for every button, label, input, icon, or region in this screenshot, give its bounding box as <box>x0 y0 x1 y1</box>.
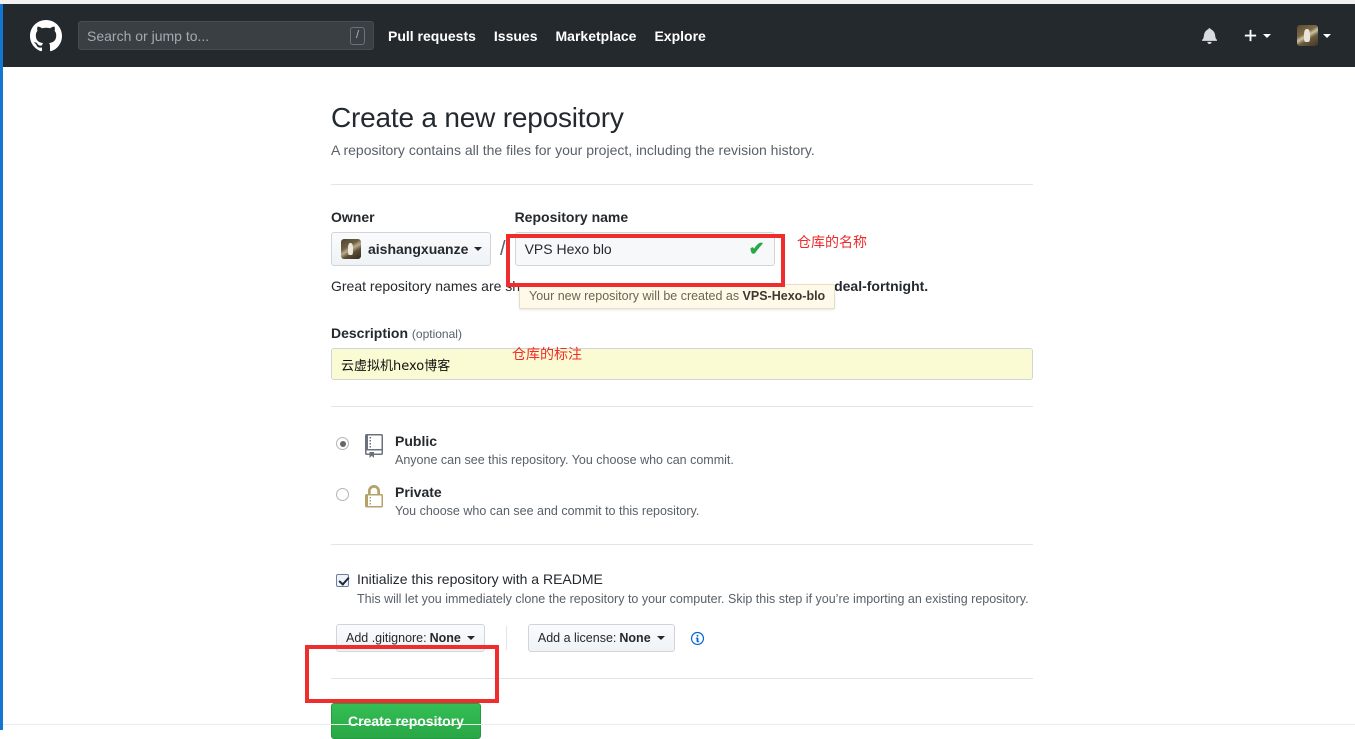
template-dropdowns: Add .gitignore: None Add a license: None <box>331 624 1033 653</box>
gitignore-dropdown[interactable]: Add .gitignore: None <box>336 624 485 653</box>
header-right-actions <box>1202 25 1331 46</box>
readme-label: Initialize this repository with a README <box>357 570 603 587</box>
repository-name-tooltip: Your new repository will be created as V… <box>519 284 836 309</box>
chevron-down-icon <box>1263 33 1271 38</box>
github-logo-icon[interactable] <box>30 19 62 52</box>
owner-field: Owner aishangxuanze <box>331 209 491 266</box>
initialize-readme-row[interactable]: Initialize this repository with a README… <box>331 571 1033 607</box>
license-value: None <box>619 631 651 646</box>
new-repository-form: Create a new repository A repository con… <box>331 100 1033 739</box>
path-separator: / <box>500 238 506 260</box>
divider <box>331 678 1033 680</box>
visibility-public-desc: Anyone can see this repository. You choo… <box>395 452 734 467</box>
readme-description: This will let you immediately clone the … <box>357 592 1029 607</box>
tooltip-repo-name: VPS-Hexo-blo <box>742 289 826 303</box>
check-icon: ✔ <box>748 238 765 260</box>
annotation-text-repository-name: 仓库的名称 <box>797 235 867 251</box>
browser-window-left-edge <box>0 0 3 730</box>
owner-select[interactable]: aishangxuanze <box>331 232 491 266</box>
gitignore-prefix: Add .gitignore: <box>346 631 427 646</box>
divider <box>331 406 1033 407</box>
repository-extras: Initialize this repository with a README… <box>331 571 1033 653</box>
info-icon[interactable] <box>690 631 705 646</box>
page-subtitle: A repository contains all the files for … <box>331 142 815 158</box>
search-input[interactable]: Search or jump to... / <box>78 21 374 50</box>
owner-avatar <box>341 239 361 259</box>
search-shortcut-key: / <box>349 26 365 45</box>
description-label-text: Description <box>331 325 409 341</box>
divider <box>331 184 1033 185</box>
nav-issues[interactable]: Issues <box>494 28 538 44</box>
lock-icon <box>365 484 383 508</box>
repository-name-input[interactable]: VPS Hexo blo ✔ <box>514 232 775 266</box>
radio-private[interactable] <box>336 487 349 501</box>
visibility-options: Public Anyone can see this repository. Y… <box>331 433 1033 518</box>
hint-before: Great repository names are sh <box>331 278 521 294</box>
visibility-option-public[interactable]: Public Anyone can see this repository. Y… <box>331 433 1033 467</box>
license-prefix: Add a license: <box>537 631 617 646</box>
chevron-down-icon <box>656 636 665 641</box>
nav-pull-requests[interactable]: Pull requests <box>388 28 476 44</box>
nav-marketplace[interactable]: Marketplace <box>556 28 637 44</box>
radio-public[interactable] <box>336 437 349 450</box>
annotation-text-description: 仓库的标注 <box>512 347 582 363</box>
repository-name-label: Repository name <box>514 209 629 225</box>
site-header: Search or jump to... / Pull requests Iss… <box>0 4 1355 67</box>
license-dropdown[interactable]: Add a license: None <box>527 624 675 653</box>
repository-name-value: VPS Hexo blo <box>524 241 612 257</box>
description-input[interactable]: 云虚拟机hexo博客 <box>331 348 1033 380</box>
chevron-down-icon <box>466 636 475 641</box>
submit-row: Create repository <box>331 703 1033 739</box>
gitignore-value: None <box>429 631 461 646</box>
create-new-menu[interactable] <box>1243 28 1271 43</box>
header-nav: Pull requests Issues Marketplace Explore <box>388 28 1202 44</box>
hint-suggestion: deal-fortnight. <box>834 278 929 294</box>
readme-checkbox[interactable] <box>336 573 349 587</box>
repository-name-field: Repository name VPS Hexo blo ✔ <box>514 209 775 266</box>
owner-label: Owner <box>331 209 375 225</box>
divider <box>505 626 507 651</box>
visibility-private-texts: Private You choose who can see and commi… <box>395 484 1033 518</box>
visibility-public-title: Public <box>395 433 438 449</box>
chevron-down-icon <box>474 247 483 251</box>
tooltip-prefix: Your new repository will be created as <box>529 289 743 303</box>
description-optional: (optional) <box>411 327 462 341</box>
avatar <box>1297 25 1318 46</box>
description-label: Description (optional) <box>331 325 1033 341</box>
search-placeholder: Search or jump to... <box>87 27 210 44</box>
browser-window-top-edge <box>0 0 1355 4</box>
readme-texts: Initialize this repository with a README… <box>357 571 1029 607</box>
nav-explore[interactable]: Explore <box>654 28 705 44</box>
visibility-private-desc: You choose who can see and commit to thi… <box>395 503 700 518</box>
bell-icon[interactable] <box>1202 27 1217 44</box>
visibility-public-texts: Public Anyone can see this repository. Y… <box>395 433 1033 467</box>
owner-and-name-row: Owner aishangxuanze / Repository name VP… <box>331 209 1033 266</box>
page-title: Create a new repository <box>331 102 624 133</box>
chevron-down-icon <box>1323 33 1331 38</box>
owner-name: aishangxuanze <box>368 241 469 257</box>
visibility-option-private[interactable]: Private You choose who can see and commi… <box>331 484 1033 518</box>
plus-icon <box>1244 29 1257 42</box>
description-value: 云虚拟机hexo博客 <box>341 358 451 374</box>
user-menu[interactable] <box>1297 25 1331 46</box>
divider <box>331 543 1033 545</box>
description-field: Description (optional) 云虚拟机hexo博客 <box>331 325 1033 380</box>
footer-divider <box>0 724 1355 725</box>
visibility-private-title: Private <box>395 483 442 500</box>
repo-book-icon <box>365 434 383 458</box>
create-repository-button[interactable]: Create repository <box>331 703 481 739</box>
